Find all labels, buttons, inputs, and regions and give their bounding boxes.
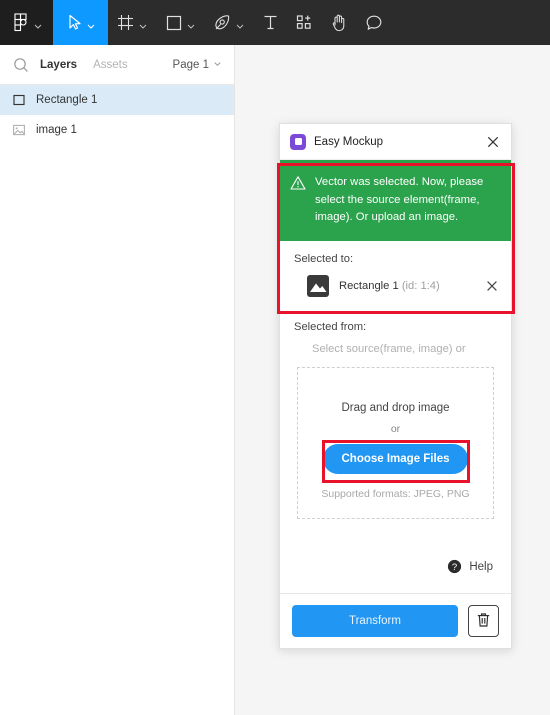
image-thumbnail-icon [307,274,329,297]
chevron-down-icon [186,18,196,29]
dialog-footer: Transform [280,593,511,648]
frame-tool-button[interactable] [108,0,157,45]
help-circle-icon: ? [447,559,462,574]
image-dropzone[interactable]: Drag and drop image or Choose Image File… [297,366,494,519]
selected-to-item-name: Rectangle 1 (id: 1:4) [339,280,475,292]
search-icon[interactable] [12,56,30,74]
help-row[interactable]: ? Help [280,519,511,594]
tab-assets[interactable]: Assets [93,59,128,71]
top-toolbar [0,0,550,45]
delete-button[interactable] [468,605,499,637]
selected-from-label: Selected from: [294,320,367,333]
pen-tool-icon [214,14,231,31]
components-tool-icon [296,14,313,31]
close-icon[interactable] [485,134,501,150]
selected-from-section: Selected from: Select source(frame, imag… [280,309,511,519]
shape-tool-button[interactable] [157,0,205,45]
hand-tool-icon [331,14,347,32]
chevron-down-icon [33,18,43,29]
page-selector[interactable]: Page 1 [173,59,222,71]
layer-label: image 1 [36,124,77,136]
figma-logo-icon [14,12,29,33]
figma-menu-button[interactable] [0,0,53,45]
choose-image-files-button[interactable]: Choose Image Files [323,443,468,474]
chevron-down-icon [138,18,148,29]
move-tool-icon [67,14,82,31]
selected-from-hint: Select source(frame, image) or [312,342,466,355]
dropzone-or-label: or [390,422,401,435]
pen-tool-button[interactable] [205,0,254,45]
sidebar-item-rectangle-1[interactable]: Rectangle 1 [0,85,234,115]
dialog-title: Easy Mockup [314,135,384,148]
remove-selected-to-icon[interactable] [485,279,499,293]
selected-to-item[interactable]: Rectangle 1 (id: 1:4) [280,265,511,309]
text-tool-icon [263,14,278,31]
easy-mockup-logo-icon [290,133,306,150]
left-sidebar: Layers Assets Page 1 Rectangle 1 image 1 [0,45,235,715]
alert-message: Vector was selected. Now, please select … [315,176,484,223]
chevron-down-icon [235,18,245,29]
hand-tool-button[interactable] [322,0,356,45]
chevron-down-icon [213,59,222,71]
warning-triangle-icon [290,175,306,191]
dialog-header: Easy Mockup [280,124,511,160]
selected-to-section: Selected to: Rectangle 1 (id: 1:4) [280,241,511,309]
easy-mockup-plugin-dialog: Easy Mockup Vector was selected. Now, pl… [279,123,512,649]
rectangle-layer-icon [12,93,26,107]
transform-button[interactable]: Transform [292,605,458,637]
item-name-text: Rectangle 1 [339,279,399,292]
layer-label: Rectangle 1 [36,94,98,106]
sidebar-item-image-1[interactable]: image 1 [0,115,234,145]
help-label[interactable]: Help [469,561,493,573]
selected-to-label: Selected to: [294,252,354,265]
move-tool-button[interactable] [53,0,108,45]
components-tool-button[interactable] [287,0,322,45]
text-tool-button[interactable] [254,0,287,45]
image-layer-icon [12,123,26,137]
figma-app-window: Layers Assets Page 1 Rectangle 1 image 1… [0,0,550,715]
frame-tool-icon [117,14,134,31]
status-alert-banner: Vector was selected. Now, please select … [280,160,511,241]
chevron-down-icon [86,18,96,29]
svg-text:?: ? [452,562,457,573]
page-selector-label: Page 1 [172,58,209,71]
shape-tool-icon [166,15,182,31]
dropzone-title: Drag and drop image [341,401,450,414]
sidebar-header: Layers Assets Page 1 [0,45,234,85]
supported-formats-note: Supported formats: JPEG, PNG [321,487,470,500]
tab-layers[interactable]: Layers [40,59,77,71]
item-id-text: (id: 1:4) [401,279,440,292]
comment-tool-icon [365,14,383,32]
trash-icon [476,612,491,631]
comment-tool-button[interactable] [356,0,392,45]
